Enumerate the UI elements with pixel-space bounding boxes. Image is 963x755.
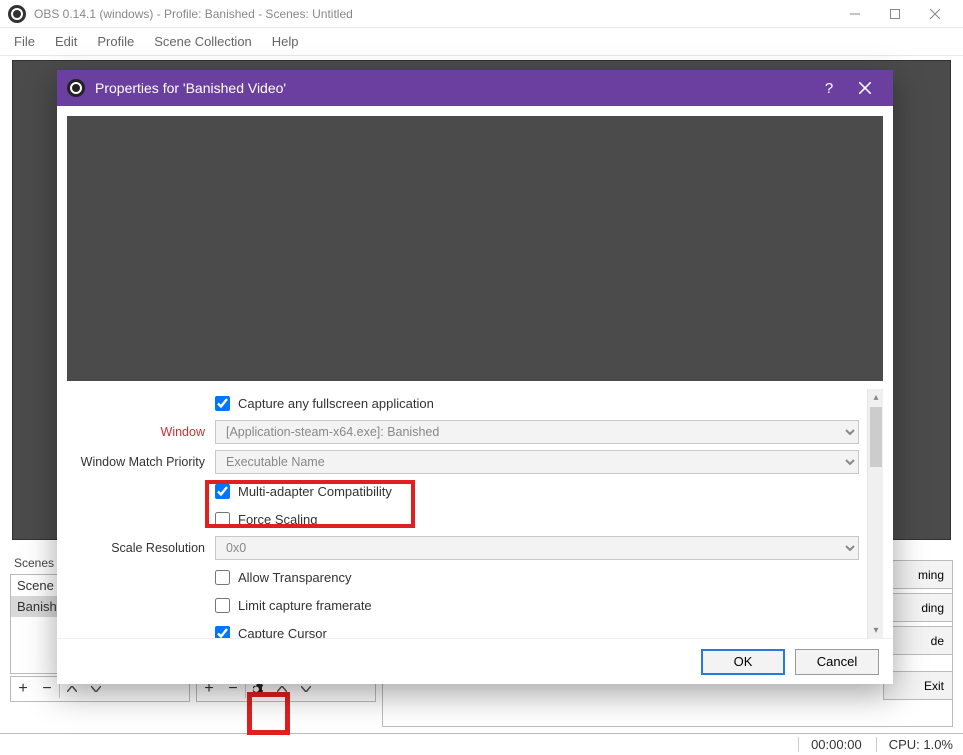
- allow-transparency-checkbox[interactable]: [215, 570, 230, 585]
- control-buttons: ming ding de Exit: [883, 560, 953, 700]
- scale-res-label: Scale Resolution: [67, 541, 215, 555]
- menu-help[interactable]: Help: [262, 30, 309, 53]
- cancel-button[interactable]: Cancel: [795, 649, 879, 675]
- limit-framerate-label: Limit capture framerate: [238, 598, 372, 613]
- dialog-footer: OK Cancel: [57, 638, 893, 684]
- ok-button[interactable]: OK: [701, 649, 785, 675]
- limit-framerate-checkbox[interactable]: [215, 598, 230, 613]
- force-scaling-checkbox[interactable]: [215, 512, 230, 527]
- start-recording-button[interactable]: ding: [883, 593, 953, 622]
- multi-adapter-checkbox[interactable]: [215, 484, 230, 499]
- source-preview: [67, 116, 883, 381]
- scale-res-select[interactable]: 0x0: [215, 536, 859, 560]
- studio-mode-button[interactable]: de: [883, 626, 953, 655]
- menu-file[interactable]: File: [4, 30, 45, 53]
- add-scene-button[interactable]: +: [11, 677, 35, 701]
- obs-logo-icon: [67, 79, 85, 97]
- maximize-button[interactable]: [875, 0, 915, 28]
- exit-button[interactable]: Exit: [883, 671, 953, 700]
- menu-profile[interactable]: Profile: [87, 30, 144, 53]
- dialog-title: Properties for 'Banished Video': [95, 80, 811, 96]
- force-scaling-label: Force Scaling: [238, 512, 317, 527]
- capture-fullscreen-checkbox[interactable]: [215, 396, 230, 411]
- main-titlebar: OBS 0.14.1 (windows) - Profile: Banished…: [0, 0, 963, 28]
- capture-cursor-checkbox[interactable]: [215, 626, 230, 639]
- multi-adapter-label: Multi-adapter Compatibility: [238, 484, 392, 499]
- dialog-titlebar[interactable]: Properties for 'Banished Video' ?: [57, 70, 893, 106]
- window-select[interactable]: [Application-steam-x64.exe]: Banished: [215, 420, 859, 444]
- status-time: 00:00:00: [798, 737, 862, 752]
- window-title: OBS 0.14.1 (windows) - Profile: Banished…: [34, 7, 835, 21]
- properties-dialog: Properties for 'Banished Video' ? Captur…: [57, 70, 893, 684]
- scroll-up-icon[interactable]: ▴: [868, 389, 883, 405]
- dialog-close-button[interactable]: [847, 70, 883, 106]
- dialog-help-button[interactable]: ?: [811, 70, 847, 106]
- scroll-down-icon[interactable]: ▾: [868, 622, 883, 638]
- capture-cursor-label: Capture Cursor: [238, 626, 327, 639]
- form-scroll: Capture any fullscreen application Windo…: [67, 389, 867, 638]
- remove-scene-button[interactable]: −: [35, 677, 59, 701]
- allow-transparency-label: Allow Transparency: [238, 570, 351, 585]
- obs-logo-icon: [8, 5, 26, 23]
- statusbar: 00:00:00 CPU: 1.0%: [0, 733, 963, 755]
- scrollbar[interactable]: ▴ ▾: [867, 389, 883, 638]
- scroll-thumb[interactable]: [870, 407, 882, 467]
- capture-fullscreen-label: Capture any fullscreen application: [238, 396, 434, 411]
- menu-scene-collection[interactable]: Scene Collection: [144, 30, 262, 53]
- minimize-button[interactable]: [835, 0, 875, 28]
- menubar: File Edit Profile Scene Collection Help: [0, 28, 963, 56]
- window-label: Window: [67, 425, 215, 439]
- priority-select[interactable]: Executable Name: [215, 450, 859, 474]
- status-cpu: CPU: 1.0%: [876, 737, 953, 752]
- start-streaming-button[interactable]: ming: [883, 560, 953, 589]
- menu-edit[interactable]: Edit: [45, 30, 87, 53]
- priority-label: Window Match Priority: [67, 455, 215, 469]
- close-button[interactable]: [915, 0, 955, 28]
